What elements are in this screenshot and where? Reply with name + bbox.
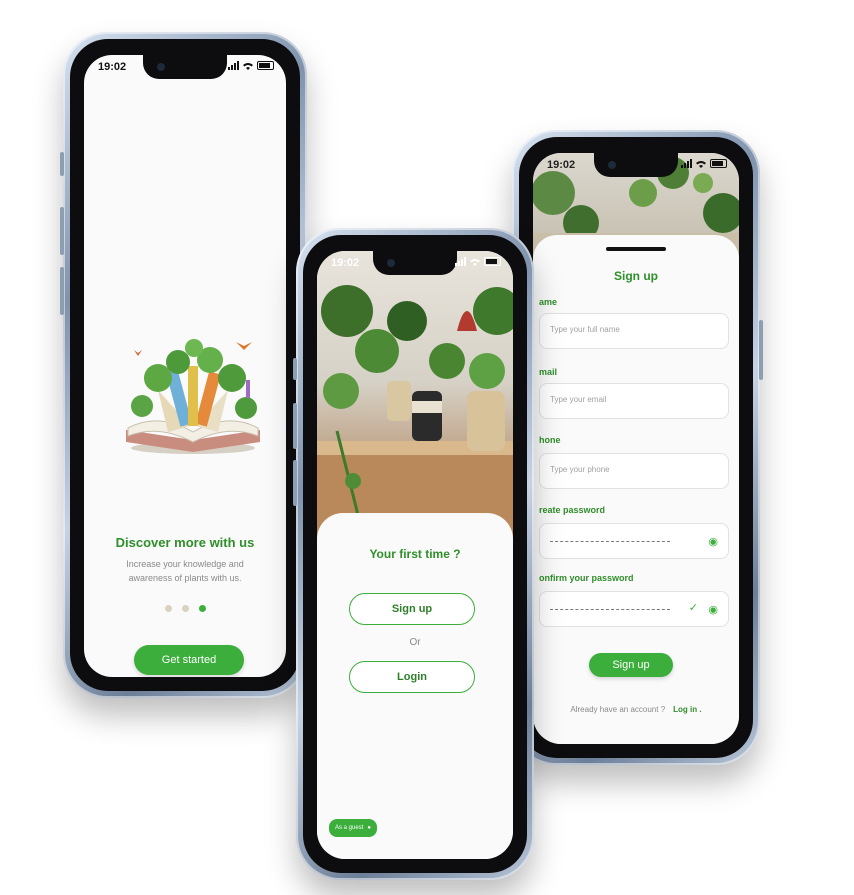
signup-screen: 19:02 Sign up ame Type your full name ma… xyxy=(533,153,739,744)
page-dot[interactable] xyxy=(164,605,172,612)
page-indicator xyxy=(84,605,286,612)
signal-icon xyxy=(681,159,692,168)
signup-button[interactable]: Sign up xyxy=(349,593,475,625)
phone-label: hone xyxy=(539,435,561,445)
onboarding-screen: 19:02 Discover more with us Increase you… xyxy=(84,55,286,677)
eye-icon[interactable]: ◉ xyxy=(708,535,718,548)
phone-onboarding: 19:02 Discover more with us Increase you… xyxy=(60,32,307,698)
onboarding-title: Discover more with us xyxy=(115,535,255,550)
page-dot-active[interactable] xyxy=(198,605,206,612)
welcome-title: Your first time ? xyxy=(369,547,461,561)
confirm-password-label: onfirm your password xyxy=(539,573,634,583)
status-time: 19:02 xyxy=(98,61,127,73)
wifi-icon xyxy=(243,62,253,70)
power-button xyxy=(759,320,763,380)
password-mask xyxy=(550,541,670,542)
notch xyxy=(373,251,457,275)
create-password-label: reate password xyxy=(539,505,606,515)
signup-sheet: Sign up ame Type your full name mail Typ… xyxy=(533,235,739,744)
onboarding-subtitle: Increase your knowledge and awareness of… xyxy=(114,557,256,585)
notch xyxy=(594,153,678,177)
plant-book-illustration xyxy=(126,339,260,454)
welcome-sheet: Your first time ? Sign up Or Login As a … xyxy=(317,513,513,859)
phone-welcome: 19:02 Your first time ? Sign up Or Login… xyxy=(293,228,534,880)
battery-icon xyxy=(257,61,274,70)
create-password-field[interactable]: ◉ xyxy=(539,523,729,559)
page-dot[interactable] xyxy=(181,605,189,612)
email-label: mail xyxy=(539,367,558,377)
or-divider: Or xyxy=(409,637,421,648)
wifi-icon xyxy=(470,258,480,266)
phone-placeholder: Type your phone xyxy=(550,465,610,474)
battery-icon xyxy=(484,257,501,266)
guest-button[interactable]: As a guest ● xyxy=(329,819,377,837)
already-account-text: Already have an account ? Log in . xyxy=(533,705,739,714)
email-placeholder: Type your email xyxy=(550,395,607,404)
onboarding-subtitle-line2: awareness of plants with us. xyxy=(128,573,242,583)
onboarding-subtitle-line1: Increase your knowledge and xyxy=(126,559,244,569)
status-icons xyxy=(228,61,274,70)
phone-signup: 19:02 Sign up ame Type your full name ma… xyxy=(512,130,763,765)
status-icons xyxy=(681,159,727,168)
get-started-button[interactable]: Get started xyxy=(134,645,244,675)
wifi-icon xyxy=(696,160,706,168)
battery-icon xyxy=(710,159,727,168)
name-label: ame xyxy=(539,297,558,307)
sheet-handle[interactable] xyxy=(606,247,666,251)
email-field[interactable]: Type your email xyxy=(539,383,729,419)
signal-icon xyxy=(228,61,239,70)
status-icons xyxy=(455,257,501,266)
password-mask xyxy=(550,609,670,610)
signup-submit-button[interactable]: Sign up xyxy=(589,653,673,677)
confirm-password-field[interactable]: ✓ ◉ xyxy=(539,591,729,627)
name-placeholder: Type your full name xyxy=(550,325,620,334)
volume-up-button xyxy=(293,403,297,449)
mute-switch xyxy=(60,152,64,176)
eye-icon[interactable]: ◉ xyxy=(708,603,718,616)
mute-switch xyxy=(293,358,297,380)
welcome-screen: 19:02 Your first time ? Sign up Or Login… xyxy=(317,251,513,859)
notch xyxy=(143,55,227,79)
volume-up-button xyxy=(60,207,64,255)
guest-label: As a guest xyxy=(335,825,364,831)
signal-icon xyxy=(455,257,466,266)
volume-down-button xyxy=(60,267,64,315)
already-account-label: Already have an account ? xyxy=(570,705,666,714)
person-icon: ● xyxy=(367,825,371,831)
volume-down-button xyxy=(293,460,297,506)
status-time: 19:02 xyxy=(331,257,360,269)
status-time: 19:02 xyxy=(547,159,576,171)
phone-field[interactable]: Type your phone xyxy=(539,453,729,489)
signup-title: Sign up xyxy=(614,269,658,283)
login-link[interactable]: Log in . xyxy=(673,705,701,714)
login-button[interactable]: Login xyxy=(349,661,475,693)
name-field[interactable]: Type your full name xyxy=(539,313,729,349)
check-icon: ✓ xyxy=(688,602,698,614)
